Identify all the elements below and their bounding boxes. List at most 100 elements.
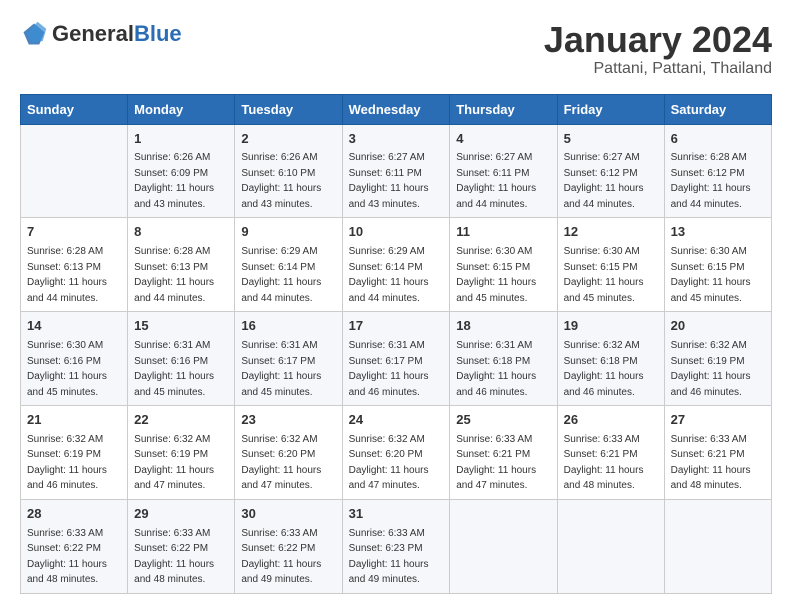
day-info: Sunrise: 6:30 AMSunset: 6:15 PMDaylight:… — [671, 246, 751, 304]
calendar-cell: 6 Sunrise: 6:28 AMSunset: 6:12 PMDaylight… — [664, 124, 771, 218]
calendar-cell: 3Sunrise: 6:27 AMSunset: 6:11 PMDaylight… — [342, 124, 450, 218]
day-info: Sunrise: 6:33 AMSunset: 6:21 PMDaylight:… — [456, 434, 536, 492]
day-number: 1 — [134, 130, 228, 149]
day-number: 16 — [241, 317, 335, 336]
day-info: Sunrise: 6:31 AMSunset: 6:17 PMDaylight:… — [241, 340, 321, 398]
header-saturday: Saturday — [664, 94, 771, 124]
day-info: Sunrise: 6:30 AMSunset: 6:15 PMDaylight:… — [456, 246, 536, 304]
day-number: 15 — [134, 317, 228, 336]
day-info: Sunrise: 6:33 AMSunset: 6:22 PMDaylight:… — [27, 528, 107, 586]
header-friday: Friday — [557, 94, 664, 124]
calendar-cell: 23Sunrise: 6:32 AMSunset: 6:20 PMDayligh… — [235, 406, 342, 500]
calendar-cell: 27 Sunrise: 6:33 AMSunset: 6:21 PMDayligh… — [664, 406, 771, 500]
day-number: 24 — [349, 411, 444, 430]
calendar-cell: 2 Sunrise: 6:26 AMSunset: 6:10 PMDaylight… — [235, 124, 342, 218]
month-title: January 2024 — [544, 20, 772, 60]
calendar-cell: 22Sunrise: 6:32 AMSunset: 6:19 PMDayligh… — [128, 406, 235, 500]
day-info: Sunrise: 6:32 AMSunset: 6:19 PMDaylight:… — [27, 434, 107, 492]
day-info: Sunrise: 6:28 AMSunset: 6:13 PMDaylight:… — [27, 246, 107, 304]
day-info: Sunrise: 6:28 AMSunset: 6:12 PMDaylight:… — [671, 152, 751, 210]
day-number: 21 — [27, 411, 121, 430]
calendar-cell — [557, 499, 664, 593]
day-info: Sunrise: 6:31 AMSunset: 6:16 PMDaylight:… — [134, 340, 214, 398]
day-info: Sunrise: 6:33 AMSunset: 6:21 PMDaylight:… — [564, 434, 644, 492]
calendar-cell: 7 Sunrise: 6:28 AMSunset: 6:13 PMDaylight… — [21, 218, 128, 312]
header-monday: Monday — [128, 94, 235, 124]
day-info: Sunrise: 6:30 AMSunset: 6:15 PMDaylight:… — [564, 246, 644, 304]
day-info: Sunrise: 6:27 AMSunset: 6:11 PMDaylight:… — [349, 152, 429, 210]
logo-blue: Blue — [134, 23, 182, 45]
logo-icon — [20, 20, 48, 48]
day-info: Sunrise: 6:32 AMSunset: 6:19 PMDaylight:… — [671, 340, 751, 398]
calendar-cell: 24 Sunrise: 6:32 AMSunset: 6:20 PMDayligh… — [342, 406, 450, 500]
calendar-cell: 26 Sunrise: 6:33 AMSunset: 6:21 PMDayligh… — [557, 406, 664, 500]
calendar-cell — [21, 124, 128, 218]
day-info: Sunrise: 6:31 AMSunset: 6:18 PMDaylight:… — [456, 340, 536, 398]
calendar-cell: 9Sunrise: 6:29 AMSunset: 6:14 PMDaylight… — [235, 218, 342, 312]
day-number: 20 — [671, 317, 765, 336]
day-info: Sunrise: 6:32 AMSunset: 6:18 PMDaylight:… — [564, 340, 644, 398]
day-number: 31 — [349, 505, 444, 524]
day-number: 30 — [241, 505, 335, 524]
header-tuesday: Tuesday — [235, 94, 342, 124]
day-info: Sunrise: 6:32 AMSunset: 6:19 PMDaylight:… — [134, 434, 214, 492]
calendar-week-row: 21 Sunrise: 6:32 AMSunset: 6:19 PMDayligh… — [21, 406, 772, 500]
day-info: Sunrise: 6:30 AMSunset: 6:16 PMDaylight:… — [27, 340, 107, 398]
location-title: Pattani, Pattani, Thailand — [544, 60, 772, 78]
calendar-week-row: 28 Sunrise: 6:33 AMSunset: 6:22 PMDayligh… — [21, 499, 772, 593]
calendar-cell: 8 Sunrise: 6:28 AMSunset: 6:13 PMDaylight… — [128, 218, 235, 312]
day-number: 13 — [671, 223, 765, 242]
calendar-cell: 29 Sunrise: 6:33 AMSunset: 6:22 PMDayligh… — [128, 499, 235, 593]
calendar-cell: 10 Sunrise: 6:29 AMSunset: 6:14 PMDayligh… — [342, 218, 450, 312]
day-number: 29 — [134, 505, 228, 524]
day-number: 6 — [671, 130, 765, 149]
day-number: 28 — [27, 505, 121, 524]
day-info: Sunrise: 6:32 AMSunset: 6:20 PMDaylight:… — [349, 434, 429, 492]
calendar-cell: 15 Sunrise: 6:31 AMSunset: 6:16 PMDayligh… — [128, 312, 235, 406]
day-info: Sunrise: 6:33 AMSunset: 6:23 PMDaylight:… — [349, 528, 429, 586]
day-info: Sunrise: 6:33 AMSunset: 6:22 PMDaylight:… — [134, 528, 214, 586]
calendar-cell: 13 Sunrise: 6:30 AMSunset: 6:15 PMDayligh… — [664, 218, 771, 312]
calendar-cell: 18Sunrise: 6:31 AMSunset: 6:18 PMDayligh… — [450, 312, 557, 406]
header-wednesday: Wednesday — [342, 94, 450, 124]
day-number: 7 — [27, 223, 121, 242]
day-number: 26 — [564, 411, 658, 430]
day-info: Sunrise: 6:27 AMSunset: 6:12 PMDaylight:… — [564, 152, 644, 210]
calendar-cell: 11 Sunrise: 6:30 AMSunset: 6:15 PMDayligh… — [450, 218, 557, 312]
day-number: 11 — [456, 223, 550, 242]
day-info: Sunrise: 6:26 AMSunset: 6:10 PMDaylight:… — [241, 152, 321, 210]
day-info: Sunrise: 6:28 AMSunset: 6:13 PMDaylight:… — [134, 246, 214, 304]
day-number: 8 — [134, 223, 228, 242]
calendar-header-row: SundayMondayTuesdayWednesdayThursdayFrid… — [21, 94, 772, 124]
day-number: 14 — [27, 317, 121, 336]
day-number: 10 — [349, 223, 444, 242]
day-info: Sunrise: 6:27 AMSunset: 6:11 PMDaylight:… — [456, 152, 536, 210]
header-thursday: Thursday — [450, 94, 557, 124]
calendar-cell: 5 Sunrise: 6:27 AMSunset: 6:12 PMDaylight… — [557, 124, 664, 218]
calendar-cell — [664, 499, 771, 593]
day-number: 12 — [564, 223, 658, 242]
day-number: 17 — [349, 317, 444, 336]
calendar-cell: 19 Sunrise: 6:32 AMSunset: 6:18 PMDayligh… — [557, 312, 664, 406]
calendar-cell: 20 Sunrise: 6:32 AMSunset: 6:19 PMDayligh… — [664, 312, 771, 406]
calendar-cell: 16 Sunrise: 6:31 AMSunset: 6:17 PMDayligh… — [235, 312, 342, 406]
calendar-cell — [450, 499, 557, 593]
calendar-cell: 31 Sunrise: 6:33 AMSunset: 6:23 PMDayligh… — [342, 499, 450, 593]
calendar-cell: 1Sunrise: 6:26 AMSunset: 6:09 PMDaylight… — [128, 124, 235, 218]
day-number: 19 — [564, 317, 658, 336]
page-header: General Blue January 2024 Pattani, Patta… — [20, 20, 772, 78]
day-info: Sunrise: 6:33 AMSunset: 6:21 PMDaylight:… — [671, 434, 751, 492]
logo: General Blue — [20, 20, 182, 48]
calendar-cell: 25Sunrise: 6:33 AMSunset: 6:21 PMDayligh… — [450, 406, 557, 500]
calendar-cell: 17Sunrise: 6:31 AMSunset: 6:17 PMDayligh… — [342, 312, 450, 406]
calendar-week-row: 14 Sunrise: 6:30 AMSunset: 6:16 PMDayligh… — [21, 312, 772, 406]
calendar-cell: 21 Sunrise: 6:32 AMSunset: 6:19 PMDayligh… — [21, 406, 128, 500]
day-number: 27 — [671, 411, 765, 430]
day-info: Sunrise: 6:29 AMSunset: 6:14 PMDaylight:… — [349, 246, 429, 304]
day-number: 23 — [241, 411, 335, 430]
day-info: Sunrise: 6:33 AMSunset: 6:22 PMDaylight:… — [241, 528, 321, 586]
day-number: 2 — [241, 130, 335, 149]
calendar-cell: 30 Sunrise: 6:33 AMSunset: 6:22 PMDayligh… — [235, 499, 342, 593]
day-number: 5 — [564, 130, 658, 149]
calendar-week-row: 1Sunrise: 6:26 AMSunset: 6:09 PMDaylight… — [21, 124, 772, 218]
